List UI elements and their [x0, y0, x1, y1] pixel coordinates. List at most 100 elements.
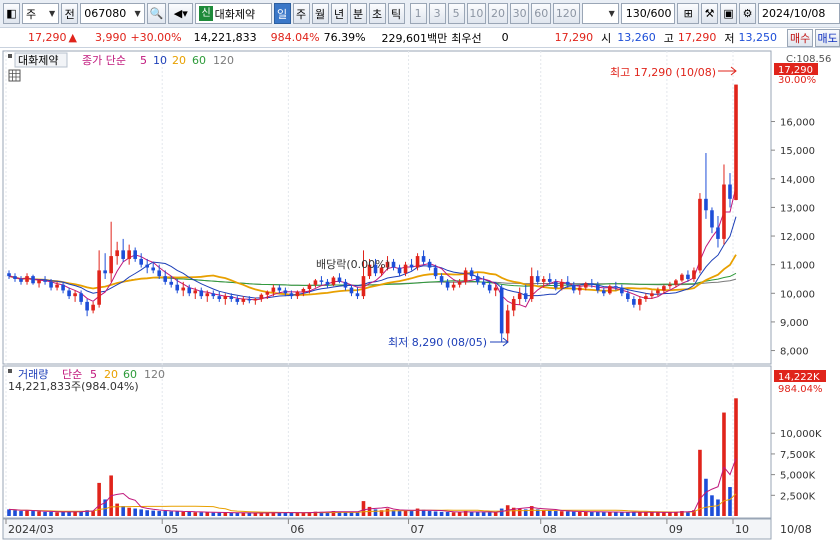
- volume-bar: [253, 513, 258, 516]
- volume-bar: [620, 512, 624, 516]
- candle-body: [608, 286, 612, 294]
- volume-bar: [644, 512, 648, 516]
- chart-area[interactable]: 대화제약 종가 단순 5 10 20 60 120 C:108.56 16,00…: [0, 48, 840, 541]
- price-tick-label: 12,000: [780, 232, 815, 243]
- chevron-down-icon: ▼: [608, 9, 615, 18]
- volume-bar: [19, 511, 23, 516]
- volume-bar: [457, 512, 462, 516]
- candle-body: [704, 198, 708, 211]
- volume-bar: [415, 508, 420, 516]
- sound-icon[interactable]: ◀▾: [168, 3, 194, 24]
- price-tick-label: 16,000: [780, 118, 815, 129]
- candle-body: [157, 270, 162, 277]
- volume-bar: [31, 511, 35, 516]
- volume-bar: [97, 482, 101, 516]
- draw-tool-icon[interactable]: ⚒: [701, 3, 719, 24]
- volume-bar: [181, 511, 186, 516]
- volume-panel-handle-icon[interactable]: [8, 369, 12, 373]
- interval-60[interactable]: 60: [531, 3, 552, 24]
- candle-body: [427, 261, 432, 268]
- ma-60: 60: [192, 54, 206, 67]
- stock-code-input[interactable]: 067080 ▼: [80, 3, 145, 24]
- time-tick-label: 06: [290, 523, 304, 536]
- price-tick-label: 10,000: [780, 289, 815, 300]
- volume-bar: [553, 511, 558, 516]
- candle-body: [19, 278, 23, 282]
- volume-bar: [565, 511, 570, 516]
- period-month[interactable]: 월: [311, 3, 329, 24]
- ma-10: 10: [153, 54, 167, 67]
- volume-bar: [289, 512, 294, 516]
- candle-body: [505, 310, 510, 334]
- volume-bar: [602, 512, 606, 516]
- price-volume-chart[interactable]: 대화제약 종가 단순 5 10 20 60 120 C:108.56 16,00…: [0, 48, 840, 541]
- time-tick-label: 08: [543, 523, 557, 536]
- candle-body: [73, 293, 77, 297]
- candle-body: [301, 289, 306, 292]
- candle-body: [247, 299, 252, 301]
- candle-body: [614, 286, 618, 288]
- candle-body: [55, 284, 59, 288]
- volume-bar: [205, 512, 210, 516]
- save-icon[interactable]: ▣: [720, 3, 738, 24]
- buy-button[interactable]: 매수: [787, 28, 813, 47]
- volume-bar: [559, 511, 564, 516]
- volume-pct: 984.04%: [270, 31, 320, 44]
- interval-10[interactable]: 10: [466, 3, 487, 24]
- market-select[interactable]: 전: [61, 3, 79, 24]
- interval-3[interactable]: 3: [428, 3, 446, 24]
- candle-body: [193, 290, 198, 294]
- interval-1[interactable]: 1: [409, 3, 427, 24]
- candle-body: [343, 281, 348, 288]
- candle-body: [632, 299, 636, 305]
- volume-bar: [451, 512, 456, 516]
- gear-icon[interactable]: ⚙: [739, 3, 757, 24]
- candle-body: [103, 270, 107, 274]
- stock-name-field[interactable]: 신 대화제약: [195, 3, 272, 24]
- period-week[interactable]: 주: [292, 3, 310, 24]
- volume-bar: [433, 511, 438, 516]
- date-input[interactable]: 2024/10/08: [758, 3, 840, 24]
- interval-120[interactable]: 120: [553, 3, 580, 24]
- volume-bar: [7, 509, 11, 516]
- interval-30[interactable]: 30: [509, 3, 530, 24]
- candle-body: [397, 267, 402, 274]
- candle-body: [517, 293, 522, 300]
- custom-interval-select[interactable]: ▼: [581, 3, 619, 24]
- volume-bar: [283, 512, 288, 516]
- quote-bar: 17,290 ▲ 3,990 +30.00% 14,221,833 984.04…: [0, 28, 840, 48]
- chart-menu-icon[interactable]: ◧: [3, 3, 20, 24]
- interval-20[interactable]: 20: [488, 3, 508, 24]
- range-input[interactable]: 130 /600: [620, 3, 676, 24]
- table-toggle-icon[interactable]: [8, 69, 21, 82]
- chart-toolbar: ◧ 주 ▼ 전 067080 ▼ 🔍 ◀▾ 신 대화제약 일 주 월 년 분 초…: [0, 0, 840, 28]
- panel-handle-icon[interactable]: [8, 54, 12, 58]
- search-icon[interactable]: 🔍: [146, 3, 166, 24]
- high-annotation: 최고 17,290 (10/08): [610, 66, 716, 79]
- price-tick-label: 13,000: [780, 203, 815, 214]
- interval-5[interactable]: 5: [447, 3, 465, 24]
- candle-body: [61, 284, 65, 291]
- candle-body: [145, 264, 149, 268]
- volume-bar: [199, 512, 204, 516]
- candle-body: [121, 250, 125, 259]
- chart-type-select[interactable]: 주 ▼: [22, 3, 60, 24]
- volume-value: 14,221,833: [193, 31, 257, 44]
- volume-tick-label: 2,500K: [780, 491, 816, 502]
- volume-bar: [13, 510, 17, 516]
- period-day[interactable]: 일: [273, 3, 291, 24]
- price-axis: 16,000 15,000 14,000 13,000 12,000 11,000 10,0…: [771, 118, 815, 358]
- candle-body: [253, 299, 258, 301]
- candle-body: [31, 276, 35, 284]
- period-tick[interactable]: 틱: [387, 3, 405, 24]
- stock-label: 대화제약: [18, 53, 58, 67]
- volume-bar: [73, 511, 77, 516]
- sell-button[interactable]: 매도: [814, 28, 840, 47]
- candle-body: [589, 283, 594, 285]
- period-minute[interactable]: 분: [349, 3, 367, 24]
- chevron-down-icon: ▼: [49, 9, 56, 18]
- candle-body: [235, 299, 240, 302]
- period-year[interactable]: 년: [330, 3, 348, 24]
- period-second[interactable]: 초: [368, 3, 386, 24]
- chart-type-icon[interactable]: ⊞: [677, 3, 700, 24]
